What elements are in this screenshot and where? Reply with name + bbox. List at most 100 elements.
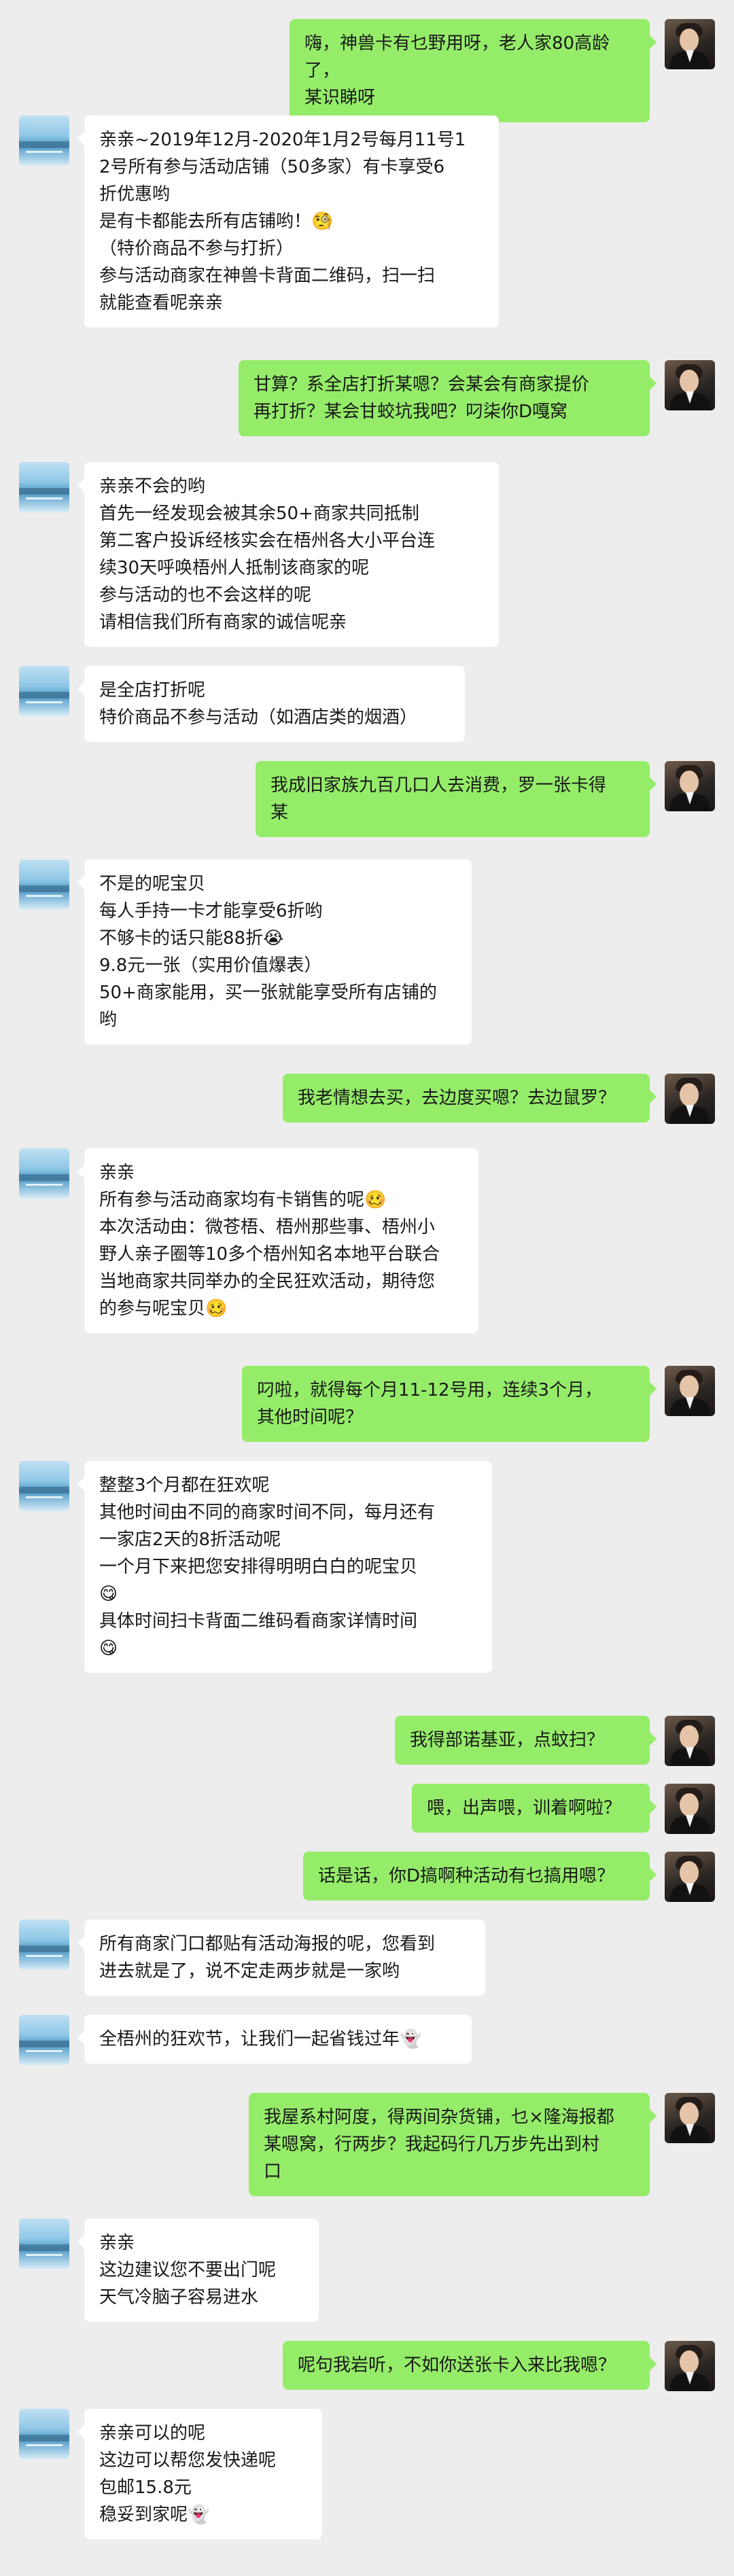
message-bubble[interactable]: 甘算？系全店打折某嗯？会某会有商家提价 再打折？某会甘蛟坑我吧？叼柒你D嘎窝 [239,360,657,436]
message-line: 稳妥到家呢👻 [99,2505,210,2525]
message-bubble[interactable]: 我老情想去买，去边度买嗯？去边鼠罗？ [283,1074,657,1123]
message-line: 再打折？某会甘蛟坑我吧？叼柒你D嘎窝 [254,402,568,422]
message-line: 就能查看呢亲亲 [99,293,224,313]
my-avatar[interactable] [665,360,715,410]
contact-avatar[interactable] [19,2409,69,2459]
contact-avatar[interactable] [19,860,69,910]
my-avatar[interactable] [665,1852,715,1902]
message-bubble[interactable]: 叼啦，就得每个月11-12号用，连续3个月， 其他时间呢？ [242,1366,657,1442]
message-line: 折优惠哟 [99,184,171,205]
contact-avatar[interactable] [19,2219,69,2269]
message-line: 当地商家共同举办的全民狂欢活动，期待您 [99,1271,436,1292]
message-line: 参与活动商家在神兽卡背面二维码，扫一扫 [99,266,436,286]
message-line: 亲亲不会的哟 [99,476,206,497]
message-line: 这边建议您不要出门呢 [99,2260,277,2280]
message-line: 我得部诺基亚，点蚊扫？ [410,1730,605,1750]
message-bubble[interactable]: 我屋系村阿度，得两间杂货铺，乜×隆海报都 某嗯窝，行两步？我起码行几万步先出到村… [249,2093,657,2196]
message-line: 50+商家能用，买一张就能享受所有店铺的 [99,983,437,1003]
message-line: 野人亲子圈等10多个梧州知名本地平台联合 [99,1244,440,1265]
my-avatar[interactable] [665,2341,715,2391]
message-bubble[interactable]: 整整3个月都在狂欢呢 其他时间由不同的商家时间不同，每月还有 一家店2天的8折活… [77,1461,492,1673]
contact-avatar[interactable] [19,1920,69,1970]
message-line: 每人手持一卡才能享受6折哟 [99,901,323,921]
message-bubble[interactable]: 亲亲不会的哟 首先一经发现会被其余50+商家共同抵制 第二客户投诉经核实会在梧州… [77,462,499,647]
message-line: 所有参与活动商家均有卡销售的呢🥴 [99,1190,387,1210]
message-line: 所有商家门口都贴有活动海报的呢，您看到 [99,1934,436,1954]
message-line: 进去就是了，说不定走两步就是一家哟 [99,1961,400,1981]
message-line: 我屋系村阿度，得两间杂货铺，乜×隆海报都 [264,2107,614,2128]
message-bubble[interactable]: 亲亲可以的呢 这边可以帮您发快递呢 包邮15.8元 稳妥到家呢👻 [77,2409,322,2539]
message-line: 是有卡都能去所有店铺哟！🧐 [99,211,334,232]
message-line: 😋 [99,1638,118,1659]
message-line: 喂，出声喂，训着啊啦？ [427,1798,622,1818]
message-bubble[interactable]: 所有商家门口都贴有活动海报的呢，您看到 进去就是了，说不定走两步就是一家哟 [77,1920,485,1996]
message-line: 亲亲 [99,2233,135,2253]
contact-avatar[interactable] [19,1148,69,1199]
message-line: 其他时间由不同的商家时间不同，每月还有 [99,1502,436,1523]
message-line: 具体时间扫卡背面二维码看商家详情时间 [99,1611,418,1631]
message-bubble[interactable]: 呢句我岩听，不如你送张卡入来比我嗯？ [283,2341,657,2390]
message-bubble[interactable]: 话是话，你D搞啊种活动有乜搞用嗯？ [303,1852,657,1901]
message-line: 话是话，你D搞啊种活动有乜搞用嗯？ [318,1866,615,1886]
message-line: 第二客户投诉经核实会在梧州各大小平台连 [99,531,436,551]
message-line: 全梧州的狂欢节，让我们一起省钱过年👻 [99,2029,422,2049]
message-line: （特价商品不参与打折） [99,239,294,259]
message-line: 整整3个月都在狂欢呢 [99,1475,270,1496]
message-bubble[interactable]: 全梧州的狂欢节，让我们一起省钱过年👻 [77,2015,472,2064]
message-bubble[interactable]: 亲亲 这边建议您不要出门呢 天气冷脑子容易进水 [77,2219,319,2322]
chat-conversation[interactable]: 嗨，神兽卡有乜野用呀，老人家80高龄了， 某识睇呀 亲亲~2019年12月-20… [0,0,734,2576]
contact-avatar[interactable] [19,462,69,512]
message-line: 某识睇呀 [304,88,376,108]
message-line: 嗨，神兽卡有乜野用呀，老人家80高龄了， [304,33,610,81]
message-line: 呢句我岩听，不如你送张卡入来比我嗯？ [298,2355,616,2376]
message-line: 首先一经发现会被其余50+商家共同抵制 [99,504,419,524]
contact-avatar[interactable] [19,2015,69,2065]
message-line: 本次活动由：微苍梧、梧州那些事、梧州小 [99,1217,436,1237]
message-line: 天气冷脑子容易进水 [99,2287,259,2308]
message-bubble[interactable]: 我成旧家族九百几口人去消费，罗一张卡得 某 [256,761,657,837]
my-avatar[interactable] [665,19,715,69]
message-line: 甘算？系全店打折某嗯？会某会有商家提价 [254,374,590,395]
my-avatar[interactable] [665,1716,715,1766]
message-line: 请相信我们所有商家的诚信呢亲 [99,612,347,633]
message-line: 我成旧家族九百几口人去消费，罗一张卡得 [270,775,607,796]
message-line: 2号所有参与活动店铺（50多家）有卡享受6 [99,157,445,177]
message-line: 一家店2天的8折活动呢 [99,1530,281,1550]
my-avatar[interactable] [665,2093,715,2143]
message-line: 不够卡的话只能88折😭 [99,928,284,949]
message-line: 亲亲可以的呢 [99,2423,206,2443]
message-line: 包邮15.8元 [99,2477,192,2498]
message-line: 其他时间呢？ [257,1407,364,1428]
message-line: 某 [270,802,289,823]
message-bubble[interactable]: 亲亲~2019年12月-2020年1月2号每月11号1 2号所有参与活动店铺（5… [77,116,499,328]
message-line: 的参与呢宝贝🥴 [99,1299,228,1319]
message-line: 9.8元一张（实用价值爆表） [99,955,322,976]
message-bubble[interactable]: 我得部诺基亚，点蚊扫？ [395,1716,657,1765]
message-line: 口 [264,2162,282,2182]
message-bubble[interactable]: 嗨，神兽卡有乜野用呀，老人家80高龄了， 某识睇呀 [290,19,657,122]
message-bubble[interactable]: 喂，出声喂，训着啊啦？ [412,1784,657,1833]
my-avatar[interactable] [665,761,715,811]
my-avatar[interactable] [665,1366,715,1416]
message-bubble[interactable]: 是全店打折呢 特价商品不参与活动（如酒店类的烟酒） [77,666,465,742]
contact-avatar[interactable] [19,116,69,166]
my-avatar[interactable] [665,1784,715,1834]
my-avatar[interactable] [665,1074,715,1124]
message-line: 叼啦，就得每个月11-12号用，连续3个月， [257,1380,603,1400]
message-line: 参与活动的也不会这样的呢 [99,585,312,605]
message-line: 不是的呢宝贝 [99,874,206,894]
message-line: 我老情想去买，去边度买嗯？去边鼠罗？ [298,1088,616,1108]
message-line: 是全店打折呢 [99,680,206,701]
message-line: 特价商品不参与活动（如酒店类的烟酒） [99,707,418,728]
contact-avatar[interactable] [19,666,69,716]
message-line: 这边可以帮您发快递呢 [99,2450,277,2471]
message-bubble[interactable]: 亲亲 所有参与活动商家均有卡销售的呢🥴 本次活动由：微苍梧、梧州那些事、梧州小 … [77,1148,478,1333]
message-line: 一个月下来把您安排得明明白白的呢宝贝 [99,1557,418,1577]
message-line: 某嗯窝，行两步？我起码行几万步先出到村 [264,2134,600,2155]
message-line: 哟 [99,1010,118,1030]
message-line: 😋 [99,1584,118,1604]
message-line: 亲亲~2019年12月-2020年1月2号每月11号1 [99,130,466,150]
contact-avatar[interactable] [19,1461,69,1511]
message-bubble[interactable]: 不是的呢宝贝 每人手持一卡才能享受6折哟 不够卡的话只能88折😭 9.8元一张（… [77,860,472,1044]
message-line: 续30天呼唤梧州人抵制该商家的呢 [99,558,370,578]
